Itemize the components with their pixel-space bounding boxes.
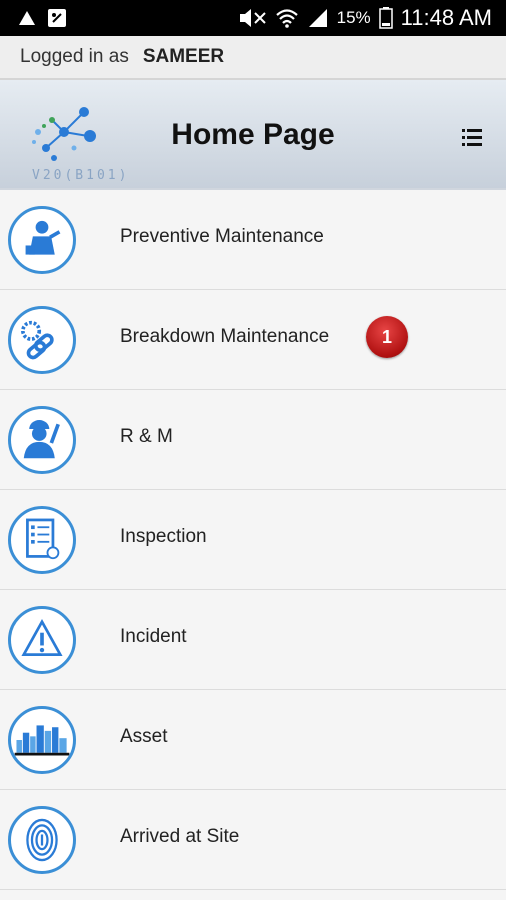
- broken-chain-icon: [8, 306, 76, 374]
- page-title: Home Page: [171, 118, 335, 151]
- app-header: V20(B101) Home Page: [0, 80, 506, 190]
- badge-count: 1: [381, 327, 392, 347]
- menu-item-breakdown-maintenance[interactable]: Breakdown Maintenance 1: [0, 290, 506, 390]
- sim-alert-icon: [48, 9, 66, 27]
- wifi-icon: [275, 9, 298, 28]
- mute-icon: [239, 9, 266, 27]
- menu-item-incident[interactable]: Incident: [0, 590, 506, 690]
- notification-badge: 1: [366, 316, 408, 358]
- status-bar: 15% 11:48 AM: [0, 0, 506, 36]
- menu-item-preventive-maintenance[interactable]: Preventive Maintenance: [0, 190, 506, 290]
- menu-item-label: R & M: [120, 426, 173, 447]
- clock: 11:48 AM: [400, 5, 492, 30]
- menu-item-label: Incident: [120, 626, 187, 647]
- menu-item-label: Preventive Maintenance: [120, 226, 324, 247]
- menu-item-label: Breakdown Maintenance: [120, 326, 330, 347]
- fingerprint-icon: [8, 806, 76, 874]
- username: SAMEER: [142, 46, 225, 67]
- signal-icon: [19, 11, 35, 25]
- menu-item-r-and-m[interactable]: R & M: [0, 390, 506, 490]
- menu-item-label: Arrived at Site: [120, 826, 240, 847]
- list-menu-icon: [462, 129, 482, 146]
- menu-item-arrived-at-site[interactable]: Arrived at Site: [0, 790, 506, 890]
- cell-signal-icon: [308, 9, 327, 27]
- menu-item-asset[interactable]: Asset: [0, 690, 506, 790]
- battery-percent: 15%: [336, 8, 371, 27]
- checklist-icon: [8, 506, 76, 574]
- menu-item-label: Inspection: [120, 526, 207, 547]
- maintenance-worker-icon: [8, 206, 76, 274]
- menu-button[interactable]: [452, 118, 492, 158]
- app-version: V20(B101): [32, 168, 130, 183]
- battery-icon: [378, 7, 393, 29]
- technician-icon: [8, 406, 76, 474]
- warning-triangle-icon: [8, 606, 76, 674]
- logged-in-label: Logged in as: [20, 46, 129, 67]
- menu-item-label: Asset: [120, 726, 168, 747]
- menu-item-inspection[interactable]: Inspection: [0, 490, 506, 590]
- home-menu-list: Preventive Maintenance Breakdown Mainten…: [0, 190, 506, 890]
- city-skyline-icon: [8, 706, 76, 774]
- session-bar: Logged in as SAMEER: [0, 36, 506, 80]
